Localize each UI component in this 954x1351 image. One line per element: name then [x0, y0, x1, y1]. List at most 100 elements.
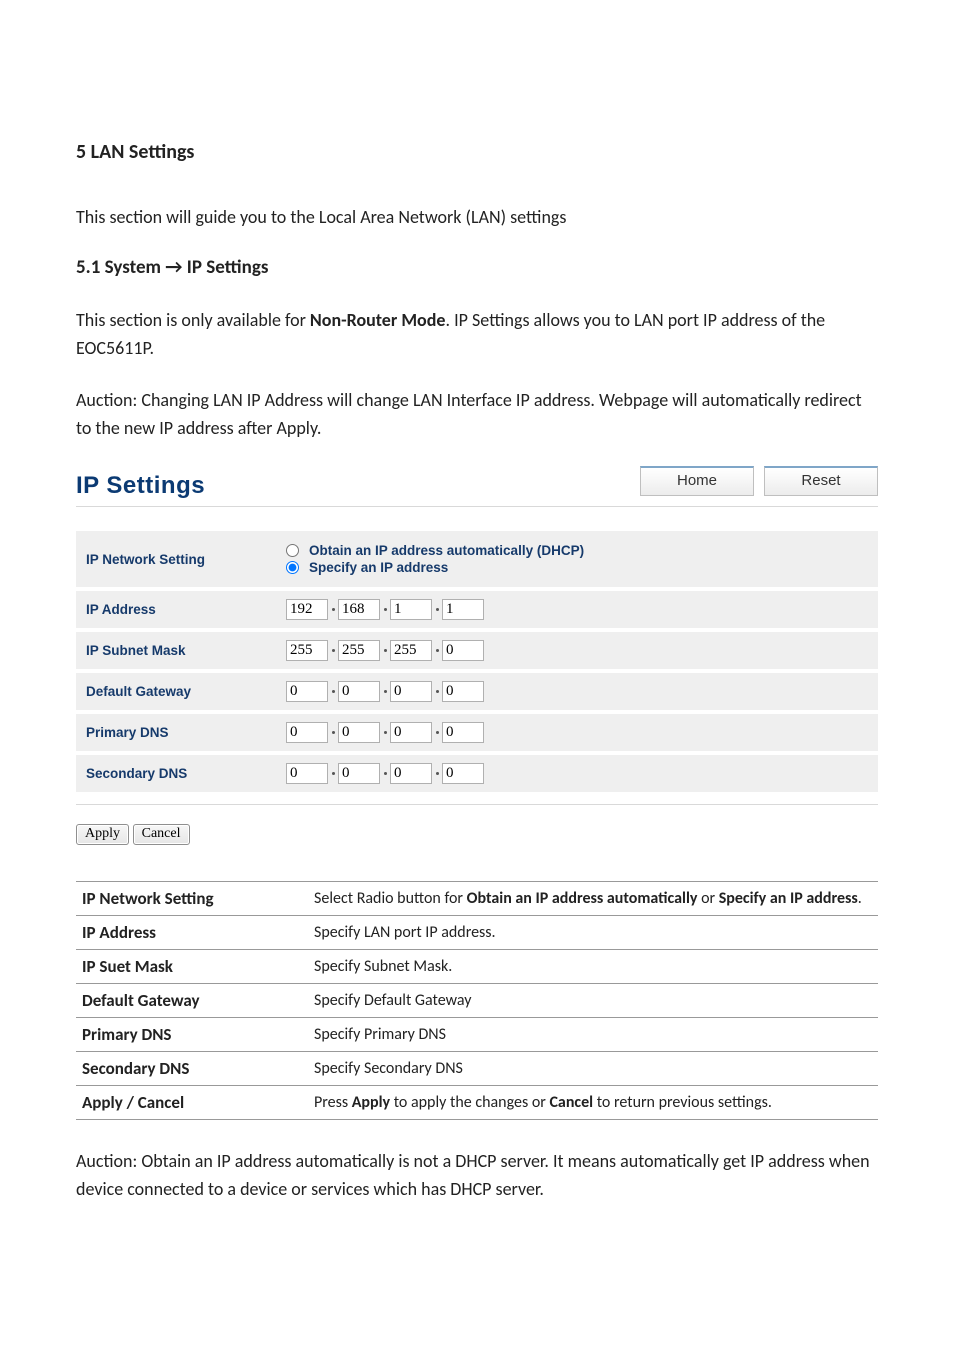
para2-bold: Non-Router Mode — [310, 309, 446, 331]
gw-octet-2[interactable] — [338, 681, 380, 702]
text: to apply the changes or — [390, 1093, 549, 1112]
mask-octet-2[interactable] — [338, 640, 380, 661]
definition: Specify Subnet Mask. — [308, 950, 878, 984]
apply-button[interactable]: Apply — [76, 824, 129, 845]
text: or — [697, 889, 718, 908]
sdns-octet-1[interactable] — [286, 763, 328, 784]
para-3: Auction: Changing LAN IP Address will ch… — [76, 387, 878, 443]
term: Apply / Cancel — [76, 1086, 308, 1120]
gw-octet-1[interactable] — [286, 681, 328, 702]
definition: Specify LAN port IP address. — [308, 916, 878, 950]
home-button[interactable]: Home — [640, 466, 754, 496]
term: IP Network Setting — [76, 882, 308, 916]
sdns-octet-3[interactable] — [390, 763, 432, 784]
text: . — [858, 889, 862, 908]
definition: Specify Primary DNS — [308, 1018, 878, 1052]
table-row: Secondary DNSSpecify Secondary DNS — [76, 1052, 878, 1086]
row-network-setting: IP Network Setting Obtain an IP address … — [76, 531, 878, 589]
definition: Press Apply to apply the changes or Canc… — [308, 1086, 878, 1120]
text-bold: Cancel — [549, 1093, 593, 1112]
definition: Specify Secondary DNS — [308, 1052, 878, 1086]
label-pdns: Primary DNS — [76, 712, 276, 753]
text-bold: Apply — [352, 1093, 390, 1112]
mask-octet-3[interactable] — [390, 640, 432, 661]
term: Primary DNS — [76, 1018, 308, 1052]
panel-title: IP Settings — [76, 472, 205, 500]
pdns-octet-4[interactable] — [442, 722, 484, 743]
dot-icon — [332, 690, 335, 693]
dot-icon — [332, 608, 335, 611]
dot-icon — [332, 731, 335, 734]
term: IP Address — [76, 916, 308, 950]
dot-icon — [332, 649, 335, 652]
reset-button[interactable]: Reset — [764, 466, 878, 496]
label-subnet: IP Subnet Mask — [76, 630, 276, 671]
radio-dhcp-row[interactable]: Obtain an IP address automatically (DHCP… — [286, 543, 868, 558]
text: Press — [314, 1093, 352, 1112]
ip-octet-2[interactable] — [338, 599, 380, 620]
dot-icon — [384, 772, 387, 775]
radio-static[interactable] — [286, 561, 299, 574]
config-table: IP Network Setting Obtain an IP address … — [76, 531, 878, 792]
para2-pre: This section is only available for — [76, 309, 310, 331]
row-secondary-dns: Secondary DNS — [76, 753, 878, 792]
table-row: Apply / Cancel Press Apply to apply the … — [76, 1086, 878, 1120]
row-ip-address: IP Address — [76, 589, 878, 630]
ip-octet-3[interactable] — [390, 599, 432, 620]
term: Default Gateway — [76, 984, 308, 1018]
ip-octet-4[interactable] — [442, 599, 484, 620]
table-row: IP Network Setting Select Radio button f… — [76, 882, 878, 916]
text: Select Radio button for — [314, 889, 467, 908]
row-subnet: IP Subnet Mask — [76, 630, 878, 671]
text-bold: Obtain an IP address automatically — [467, 889, 698, 908]
dot-icon — [384, 731, 387, 734]
para-2: This section is only available for Non-R… — [76, 307, 878, 363]
text-bold: Specify an IP address — [719, 889, 858, 908]
label-sdns: Secondary DNS — [76, 753, 276, 792]
footer-note: Auction: Obtain an IP address automatica… — [76, 1148, 878, 1204]
dot-icon — [436, 608, 439, 611]
table-row: IP AddressSpecify LAN port IP address. — [76, 916, 878, 950]
description-table: IP Network Setting Select Radio button f… — [76, 881, 878, 1120]
radio-static-label: Specify an IP address — [309, 560, 448, 575]
text: to return previous settings. — [593, 1093, 772, 1112]
dot-icon — [332, 772, 335, 775]
ip-settings-panel: IP Settings Home Reset IP Network Settin… — [76, 466, 878, 845]
mask-octet-4[interactable] — [442, 640, 484, 661]
definition: Select Radio button for Obtain an IP add… — [308, 882, 878, 916]
row-gateway: Default Gateway — [76, 671, 878, 712]
radio-dhcp[interactable] — [286, 544, 299, 557]
label-network-setting: IP Network Setting — [76, 531, 276, 589]
heading-5: 5 LAN Settings — [76, 140, 878, 164]
dot-icon — [384, 690, 387, 693]
sdns-octet-2[interactable] — [338, 763, 380, 784]
table-row: Primary DNSSpecify Primary DNS — [76, 1018, 878, 1052]
ip-octet-1[interactable] — [286, 599, 328, 620]
definition: Specify Default Gateway — [308, 984, 878, 1018]
intro-text: This section will guide you to the Local… — [76, 204, 878, 232]
dot-icon — [436, 772, 439, 775]
radio-static-row[interactable]: Specify an IP address — [286, 560, 868, 575]
dot-icon — [384, 608, 387, 611]
gw-octet-3[interactable] — [390, 681, 432, 702]
pdns-octet-2[interactable] — [338, 722, 380, 743]
term: Secondary DNS — [76, 1052, 308, 1086]
pdns-octet-3[interactable] — [390, 722, 432, 743]
cancel-button[interactable]: Cancel — [133, 824, 190, 845]
radio-dhcp-label: Obtain an IP address automatically (DHCP… — [309, 543, 584, 558]
row-primary-dns: Primary DNS — [76, 712, 878, 753]
pdns-octet-1[interactable] — [286, 722, 328, 743]
heading-5-1: 5.1 System → IP Settings — [76, 256, 878, 279]
table-row: IP Suet MaskSpecify Subnet Mask. — [76, 950, 878, 984]
label-ip-address: IP Address — [76, 589, 276, 630]
mask-octet-1[interactable] — [286, 640, 328, 661]
sdns-octet-4[interactable] — [442, 763, 484, 784]
dot-icon — [436, 649, 439, 652]
dot-icon — [436, 731, 439, 734]
dot-icon — [384, 649, 387, 652]
dot-icon — [436, 690, 439, 693]
gw-octet-4[interactable] — [442, 681, 484, 702]
table-row: Default GatewaySpecify Default Gateway — [76, 984, 878, 1018]
label-gateway: Default Gateway — [76, 671, 276, 712]
term: IP Suet Mask — [76, 950, 308, 984]
